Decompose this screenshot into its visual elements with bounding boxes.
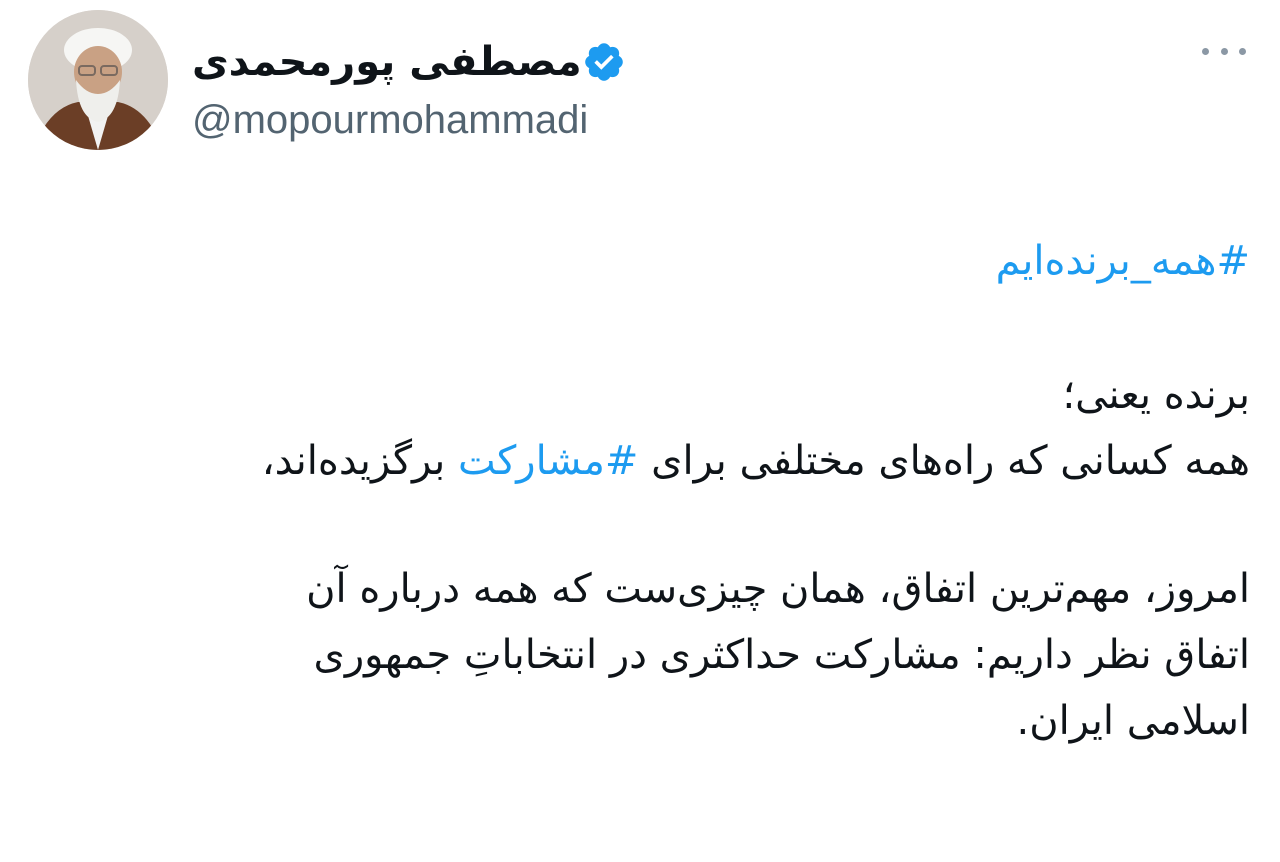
author-display-name[interactable]: مصطفی پورمحمدی	[192, 32, 582, 92]
hashtag-link[interactable]: #مشارکت	[458, 438, 638, 484]
more-horizontal-icon	[1202, 47, 1209, 55]
tweet-line-1: برنده یعنی؛	[1062, 372, 1250, 418]
verified-badge-icon	[584, 43, 623, 81]
tweet-line-2: همه کسانی که راه‌های مختلفی برای #مشارکت…	[261, 438, 1250, 484]
author-name-row: مصطفی پورمحمدی	[192, 32, 640, 92]
tweet-line-3: امروز، مهم‌ترین اتفاق، همان چیزی‌ست که ه…	[306, 566, 1250, 612]
tweet-header: مصطفی پورمحمدی @mopourmohammadi	[28, 10, 1252, 155]
tweet-text: #همه_برنده‌ایم برنده یعنی؛ همه کسانی که …	[50, 228, 1250, 754]
more-options-button[interactable]	[1202, 36, 1246, 66]
hashtag-link[interactable]: #همه_برنده‌ایم	[996, 238, 1250, 284]
tweet-line-4: اتفاق نظر داریم: مشارکت حداکثری در انتخا…	[313, 632, 1250, 678]
author-handle[interactable]: @mopourmohammadi	[192, 90, 588, 150]
avatar[interactable]	[28, 10, 168, 150]
tweet-line-hashtag: #همه_برنده‌ایم	[50, 228, 1250, 294]
tweet-line-5: اسلامی ایران.	[1016, 698, 1251, 744]
